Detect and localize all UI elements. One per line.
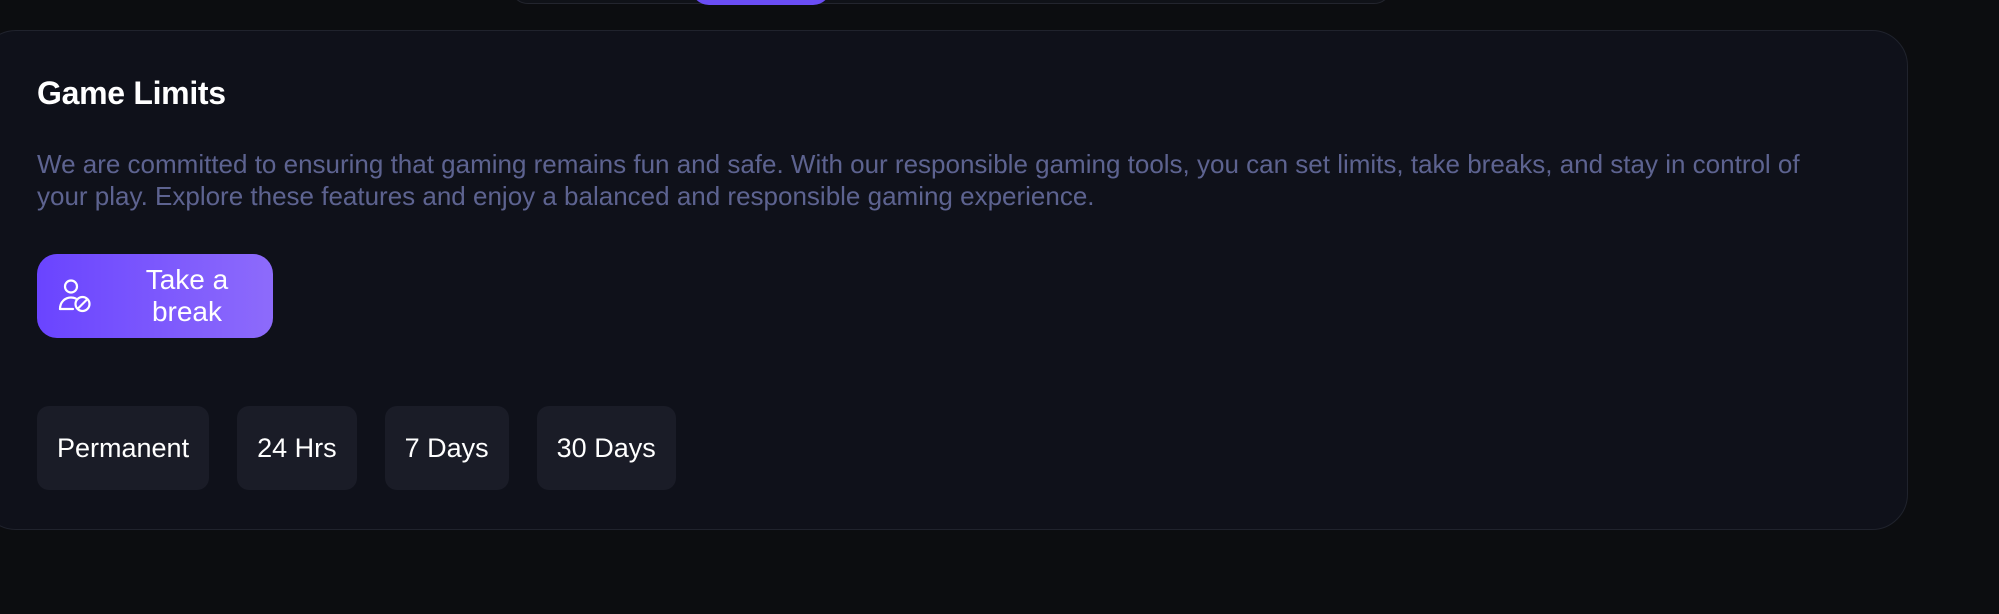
user-check-icon	[57, 278, 93, 314]
duration-option-7-days[interactable]: 7 Days	[384, 406, 509, 490]
top-tab-bar	[510, 0, 1392, 5]
card-description: We are committed to ensuring that gaming…	[37, 149, 1800, 211]
duration-options: Permanent 24 Hrs 7 Days 30 Days	[37, 406, 704, 490]
top-tab-active[interactable]	[691, 0, 831, 5]
game-limits-card: Game Limits We are committed to ensuring…	[0, 30, 1908, 530]
card-title: Game Limits	[37, 75, 226, 111]
duration-option-30-days[interactable]: 30 Days	[536, 406, 676, 490]
take-a-break-button[interactable]: Take a break	[37, 254, 273, 338]
duration-option-permanent[interactable]: Permanent	[37, 406, 210, 490]
duration-option-24-hrs[interactable]: 24 Hrs	[237, 406, 357, 490]
page: Game Limits We are committed to ensuring…	[0, 0, 1999, 614]
take-a-break-label: Take a break	[145, 264, 229, 327]
